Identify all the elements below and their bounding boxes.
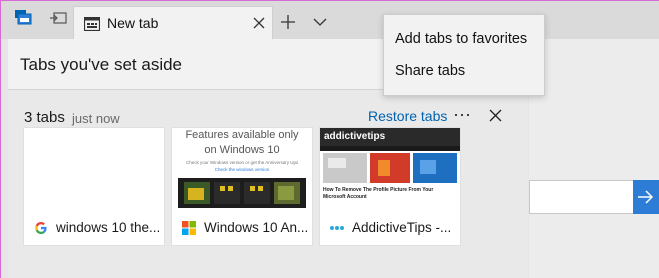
close-icon <box>253 17 265 29</box>
tab-preview-button[interactable] <box>305 7 335 37</box>
addictivetips-icon <box>329 220 345 236</box>
tab-card-title: AddictiveTips -... <box>352 220 452 235</box>
thumbnail-header: addictivetips <box>320 128 460 146</box>
google-icon <box>33 220 49 236</box>
thumbnail-caption: How To Remove The Profile Picture From Y… <box>323 187 434 200</box>
tab-group-menu: Add tabs to favorites Share tabs <box>383 14 545 96</box>
plus-icon <box>281 15 295 29</box>
new-tab-button[interactable] <box>273 7 303 37</box>
thumbnail-subtext: Check your Windows version or get the An… <box>186 160 298 165</box>
group-timestamp: just now <box>72 111 120 126</box>
more-icon: ··· <box>453 103 471 124</box>
search-input[interactable] <box>529 180 633 214</box>
thumbnail-logo: addictivetips <box>324 131 386 142</box>
tab-card[interactable]: Features available only on Windows 10 Ch… <box>172 128 312 245</box>
tab-card-footer: windows 10 the... <box>24 210 164 245</box>
page-background <box>529 39 659 278</box>
remove-group-button[interactable] <box>486 106 504 124</box>
tab-card-footer: Windows 10 An... <box>172 210 312 245</box>
tab-title: New tab <box>107 15 159 31</box>
more-options-button[interactable]: ··· <box>452 104 472 124</box>
tab-new-tab[interactable]: New tab <box>73 6 273 40</box>
set-tabs-aside-button[interactable] <box>43 5 73 35</box>
menu-item-share-tabs[interactable]: Share tabs <box>384 55 544 87</box>
tab-card[interactable]: windows 10 the... <box>24 128 164 245</box>
tab-card[interactable]: addictivetips How To Remove The Profile … <box>320 128 460 245</box>
tabs-aside-icon <box>14 9 34 32</box>
arrow-right-icon <box>638 190 654 204</box>
close-icon <box>489 109 501 121</box>
thumbnail-link: Check the windows version <box>214 167 270 172</box>
tab-card-footer: AddictiveTips -... <box>320 210 460 245</box>
tab-thumbnail <box>24 128 164 210</box>
menu-item-add-to-favorites[interactable]: Add tabs to favorites <box>384 23 544 55</box>
panel-title: Tabs you've set aside <box>20 55 183 74</box>
new-tab-page-icon <box>83 16 101 36</box>
set-aside-icon <box>49 11 67 30</box>
thumbnail-heading: Features available only on Windows 10 <box>185 129 299 156</box>
thumbnail-image <box>178 178 306 208</box>
tab-card-title: windows 10 the... <box>56 220 161 235</box>
tab-thumbnail: addictivetips How To Remove The Profile … <box>320 128 460 210</box>
tab-card-title: Windows 10 An... <box>204 220 309 235</box>
chevron-down-icon <box>313 18 327 26</box>
tab-thumbnail: Features available only on Windows 10 Ch… <box>172 128 312 210</box>
tabs-aside-button[interactable] <box>9 5 39 35</box>
tab-strip: New tab <box>1 1 659 40</box>
restore-tabs-link[interactable]: Restore tabs <box>368 108 447 124</box>
close-tab-button[interactable] <box>249 13 269 33</box>
search-go-button[interactable] <box>633 180 659 214</box>
tab-count: 3 tabs <box>24 109 65 126</box>
windows-icon <box>181 220 197 236</box>
